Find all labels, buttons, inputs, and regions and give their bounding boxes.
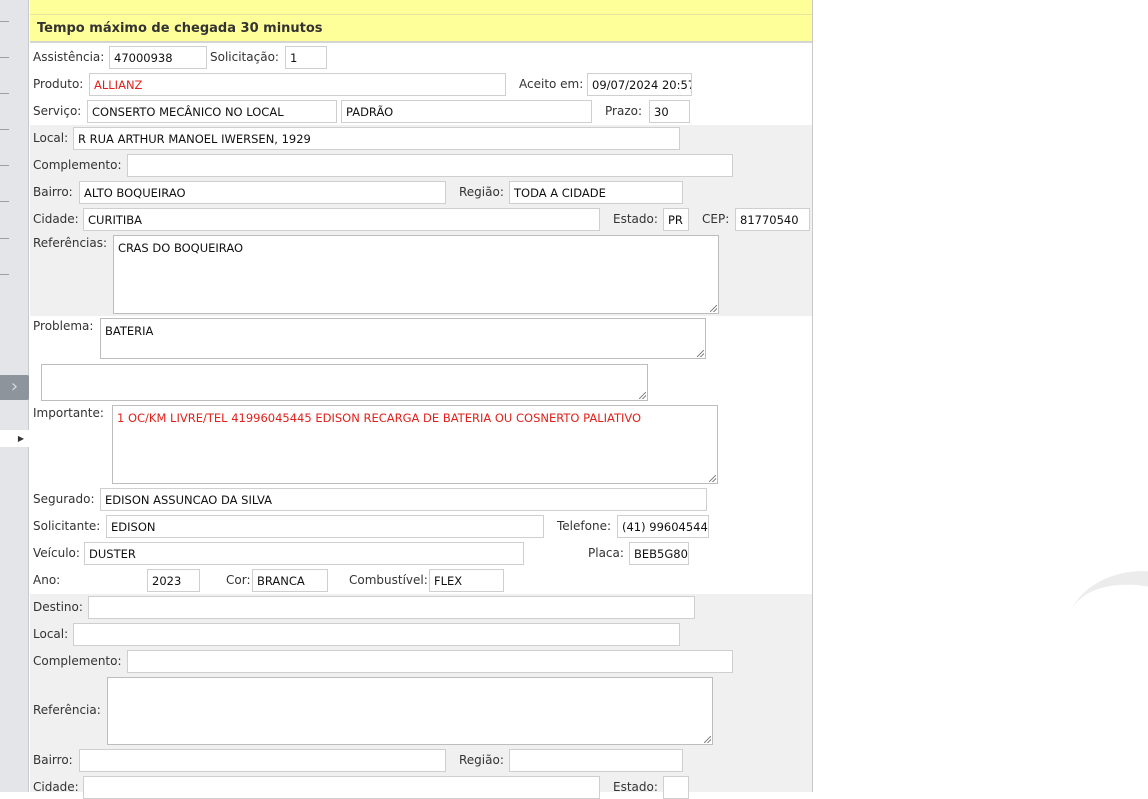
placa-label: Placa:	[588, 546, 624, 560]
servico-tipo-input[interactable]: PADRÃO	[341, 100, 592, 123]
sidebar-tick	[0, 57, 9, 58]
destino-bairro-input[interactable]	[79, 749, 446, 772]
local-label: Local:	[33, 131, 69, 145]
regiao-label: Região:	[459, 185, 504, 199]
referencias-label: Referências:	[33, 236, 108, 250]
produto-label: Produto:	[33, 77, 84, 91]
expand-sidebar-button[interactable]: ›	[0, 375, 29, 400]
chevron-right-icon: ›	[10, 376, 19, 397]
destino-input[interactable]	[88, 596, 695, 619]
destino-label: Destino:	[33, 600, 83, 614]
local-input[interactable]: R RUA ARTHUR MANOEL IWERSEN, 1929	[73, 127, 680, 150]
telefone-label: Telefone:	[557, 519, 611, 533]
segurado-input[interactable]: EDISON ASSUNCAO DA SILVA	[100, 488, 707, 511]
prazo-label: Prazo:	[605, 104, 642, 118]
problema-label: Problema:	[33, 319, 94, 333]
servico-label: Serviço:	[33, 104, 82, 118]
destino-bairro-label: Bairro:	[33, 753, 73, 767]
solicitante-label: Solicitante:	[33, 519, 101, 533]
sidebar: › ▶	[0, 0, 29, 792]
destino-estado-input[interactable]	[663, 776, 689, 799]
cep-label: CEP:	[702, 212, 730, 226]
veiculo-input[interactable]: DUSTER	[84, 542, 524, 565]
sidebar-tick	[0, 165, 9, 166]
sidebar-tick	[0, 274, 9, 275]
bairro-label: Bairro:	[33, 185, 73, 199]
regiao-input[interactable]: TODA A CIDADE	[509, 181, 683, 204]
importante-textarea[interactable]: 1 OC/KM LIVRE/TEL 41996045445 EDISON REC…	[112, 405, 718, 484]
complemento-label: Complemento:	[33, 158, 122, 172]
cidade-label: Cidade:	[33, 212, 79, 226]
ano-label: Ano:	[33, 573, 61, 587]
solicitacao-input[interactable]: 1	[285, 46, 327, 69]
destino-regiao-input[interactable]	[509, 749, 683, 772]
estado-input[interactable]: PR	[663, 208, 689, 231]
triangle-right-icon: ▶	[17, 434, 24, 443]
solicitacao-label: Solicitação:	[210, 50, 279, 64]
destino-local-label: Local:	[33, 627, 69, 641]
destino-referencia-label: Referência:	[33, 703, 101, 717]
solicitante-input[interactable]: EDISON	[106, 515, 544, 538]
assistencia-label: Assistência:	[33, 50, 105, 64]
complemento-input[interactable]	[127, 154, 733, 177]
page-title: Tempo máximo de chegada 30 minutos	[30, 15, 812, 43]
destino-regiao-label: Região:	[459, 753, 504, 767]
background-watermark	[1035, 540, 1148, 770]
veiculo-label: Veículo:	[33, 546, 80, 560]
problema-textarea[interactable]: BATERIA	[100, 318, 706, 359]
referencias-textarea[interactable]: CRAS DO BOQUEIRAO	[113, 235, 719, 314]
sidebar-tick	[0, 129, 9, 130]
combustivel-input[interactable]: FLEX	[429, 569, 504, 592]
prazo-input[interactable]: 30	[649, 100, 690, 123]
top-bar	[30, 0, 812, 15]
aceito-input[interactable]: 09/07/2024 20:57	[587, 73, 692, 96]
combustivel-label: Combustível:	[349, 573, 428, 587]
service-form: Tempo máximo de chegada 30 minutos Assis…	[30, 0, 813, 799]
destino-local-input[interactable]	[73, 623, 680, 646]
destino-complemento-label: Complemento:	[33, 654, 122, 668]
sidebar-item[interactable]: ▶	[0, 430, 29, 447]
telefone-input[interactable]: (41) 996045445	[617, 515, 709, 538]
cor-label: Cor:	[226, 573, 251, 587]
bairro-input[interactable]: ALTO BOQUEIRAO	[79, 181, 446, 204]
problema-detail-textarea[interactable]	[41, 364, 648, 401]
sidebar-tick	[0, 93, 9, 94]
servico-input[interactable]: CONSERTO MECÂNICO NO LOCAL	[87, 100, 337, 123]
assistencia-input[interactable]: 47000938	[109, 46, 207, 69]
destino-complemento-input[interactable]	[127, 650, 733, 673]
aceito-label: Aceito em:	[519, 77, 584, 91]
ano-input[interactable]: 2023	[147, 569, 200, 592]
sidebar-tick	[0, 21, 9, 22]
sidebar-tick	[0, 238, 9, 239]
segurado-label: Segurado:	[33, 492, 95, 506]
destino-referencia-textarea[interactable]	[107, 677, 713, 745]
cidade-input[interactable]: CURITIBA	[83, 208, 600, 231]
cep-input[interactable]: 81770540	[735, 208, 810, 231]
cor-input[interactable]: BRANCA	[252, 569, 328, 592]
importante-label: Importante:	[33, 406, 104, 420]
produto-input[interactable]: ALLIANZ	[89, 73, 506, 96]
sidebar-tick	[0, 201, 9, 202]
placa-input[interactable]: BEB5G80	[629, 542, 689, 565]
destino-cidade-input[interactable]	[83, 776, 600, 799]
estado-label: Estado:	[613, 212, 658, 226]
